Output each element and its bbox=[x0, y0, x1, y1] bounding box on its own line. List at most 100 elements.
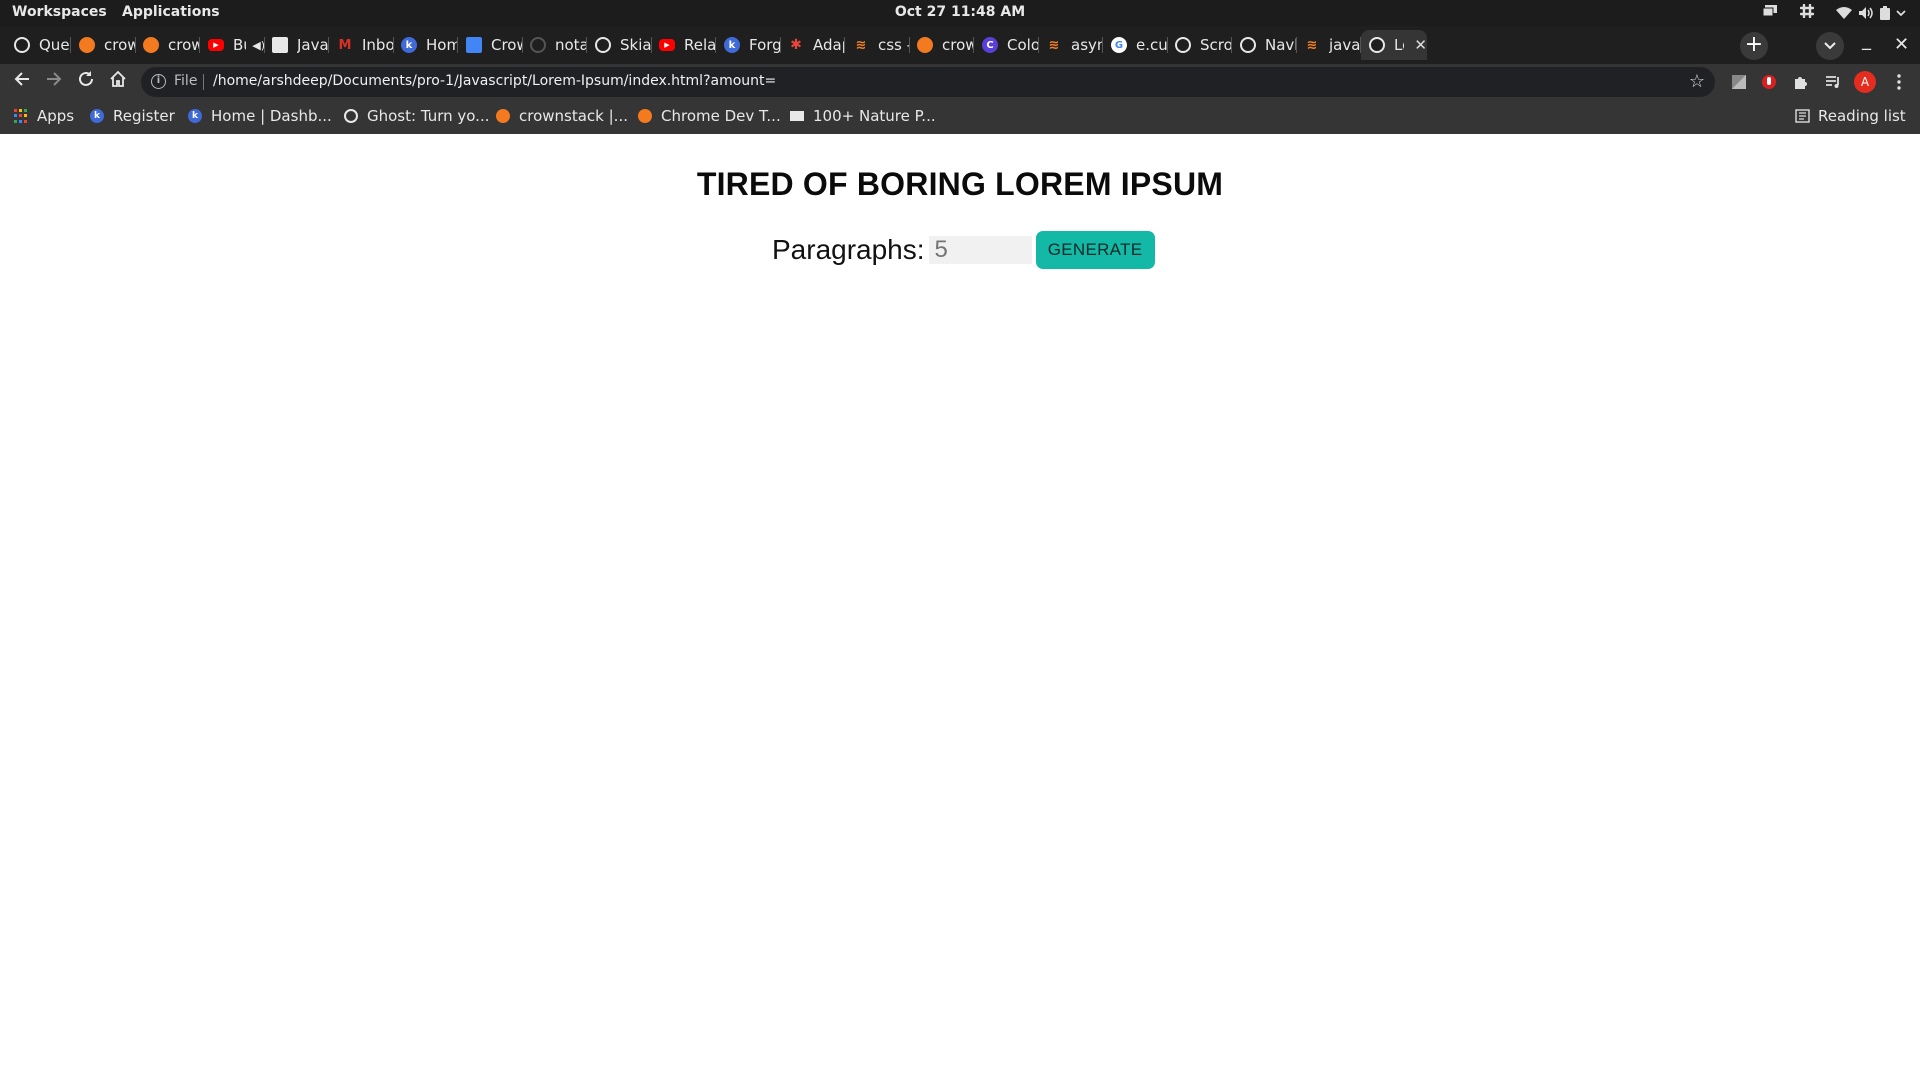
page-title: TIRED OF BORING LOREM IPSUM bbox=[696, 166, 1224, 202]
kebab-menu-icon[interactable] bbox=[1888, 71, 1910, 93]
profile-avatar[interactable]: A bbox=[1854, 71, 1876, 93]
system-top-bar: Workspaces Applications Oct 27 11:48 AM bbox=[0, 0, 1920, 26]
battery-icon bbox=[1880, 6, 1890, 20]
forward-button[interactable] bbox=[42, 70, 66, 94]
clock-text[interactable]: Oct 27 11:48 AM bbox=[895, 4, 1025, 20]
generate-button[interactable]: GENERATE bbox=[1035, 231, 1155, 269]
stackoverflow-icon: ≋ bbox=[1306, 37, 1318, 53]
browser-tab[interactable]: crowr bbox=[71, 30, 136, 60]
browser-tab[interactable]: ▶ Relax bbox=[651, 30, 716, 60]
crownstack-icon bbox=[917, 37, 933, 53]
bookmark-star-icon[interactable]: ☆ bbox=[1689, 71, 1705, 92]
chevron-down-icon bbox=[1824, 42, 1836, 50]
tab-search-button[interactable] bbox=[1816, 32, 1844, 60]
reload-icon bbox=[79, 71, 93, 86]
reading-list-icon bbox=[1795, 109, 1810, 123]
paragraph-amount-input[interactable] bbox=[928, 236, 1032, 264]
extensions-puzzle-icon[interactable] bbox=[1790, 71, 1812, 93]
close-tab-icon[interactable]: ✕ bbox=[1414, 36, 1427, 54]
tab-title: Skia bbox=[620, 36, 652, 54]
browser-tab[interactable]: Ge.cur bbox=[1103, 30, 1168, 60]
home-button[interactable] bbox=[106, 70, 130, 94]
browser-tab[interactable]: Ques bbox=[6, 30, 71, 60]
volume-icon bbox=[1859, 7, 1873, 19]
browser-toolbar: i File /home/arshdeep/Documents/pro-1/Ja… bbox=[0, 64, 1920, 100]
bookmark-item[interactable]: k Register bbox=[90, 107, 175, 125]
browser-tab[interactable]: Skia bbox=[587, 30, 652, 60]
browser-tab[interactable]: C Color bbox=[974, 30, 1039, 60]
browser-tab[interactable]: Scrol bbox=[1167, 30, 1232, 60]
bookmark-label: Ghost: Turn yo... bbox=[367, 107, 490, 125]
bookmark-label: 100+ Nature P... bbox=[813, 107, 936, 125]
browser-tab[interactable]: ▶Bu◀) bbox=[200, 30, 265, 60]
minimize-button[interactable]: _ bbox=[1862, 30, 1871, 51]
back-button[interactable] bbox=[10, 70, 34, 94]
extension-gray-icon[interactable] bbox=[1728, 71, 1750, 93]
clock: Oct 27 11:48 AM bbox=[0, 4, 1920, 20]
crownstack-icon bbox=[496, 109, 510, 123]
bookmark-item[interactable]: Chrome Dev T... bbox=[638, 107, 781, 125]
stackoverflow-icon: ≋ bbox=[855, 37, 867, 53]
tab-title: async bbox=[1071, 36, 1103, 54]
browser-tab[interactable]: ≋ async bbox=[1038, 30, 1103, 60]
browser-tab[interactable]: ≋ css - bbox=[845, 30, 910, 60]
browser-tab[interactable]: k Home bbox=[393, 30, 458, 60]
home-icon bbox=[110, 70, 126, 87]
bookmarks-bar: Reading list Apps k Register k Home | Dashb.… bbox=[0, 100, 1920, 134]
arrow-right-icon bbox=[47, 72, 62, 86]
tab-title: javas bbox=[1329, 36, 1361, 54]
close-window-button[interactable]: ✕ bbox=[1894, 34, 1909, 55]
media-control-icon[interactable] bbox=[1822, 71, 1844, 93]
tab-title: crowr bbox=[104, 36, 136, 54]
address-divider bbox=[203, 74, 204, 90]
browser-tab[interactable]: crowr bbox=[135, 30, 200, 60]
browser-tab[interactable]: M Inbox bbox=[329, 30, 394, 60]
new-tab-button[interactable]: + bbox=[1740, 32, 1768, 60]
chrome-globe-icon bbox=[1175, 37, 1191, 53]
youtube-icon: ▶ bbox=[208, 39, 224, 51]
crownstack-icon bbox=[143, 37, 159, 53]
reading-list-button[interactable]: Reading list bbox=[1795, 107, 1906, 125]
bookmark-label: Home | Dashb... bbox=[211, 107, 332, 125]
url-text[interactable]: /home/arshdeep/Documents/pro-1/Javascrip… bbox=[213, 73, 776, 89]
browser-tab[interactable]: ✱ Adap bbox=[780, 30, 845, 60]
status-indicators[interactable] bbox=[1836, 6, 1906, 20]
file-scheme-label: File bbox=[174, 73, 198, 89]
tab-title: Crow bbox=[491, 36, 523, 54]
browser-tab[interactable]: k Forgo bbox=[716, 30, 781, 60]
unsplash-icon bbox=[790, 111, 804, 121]
tab-title: Inbox bbox=[362, 36, 394, 54]
k-icon: k bbox=[401, 37, 417, 53]
k-icon: k bbox=[188, 109, 202, 123]
browser-tab[interactable]: ≋ javas bbox=[1296, 30, 1361, 60]
tab-title: crowr bbox=[168, 36, 200, 54]
bookmark-item[interactable]: crownstack |... bbox=[496, 107, 628, 125]
slack-icon[interactable] bbox=[1799, 3, 1815, 22]
k-icon: k bbox=[90, 109, 104, 123]
bookmark-label: Apps bbox=[37, 107, 75, 125]
browser-tab[interactable]: Navb bbox=[1232, 30, 1297, 60]
browser-tab[interactable]: JavaS bbox=[264, 30, 329, 60]
tab-title: Ques bbox=[39, 36, 71, 54]
tab-title: Forgo bbox=[749, 36, 781, 54]
tab-active[interactable]: Lo ✕ bbox=[1361, 30, 1427, 60]
address-bar[interactable]: i File /home/arshdeep/Documents/pro-1/Ja… bbox=[141, 67, 1715, 97]
bookmark-item[interactable]: 100+ Nature P... bbox=[790, 107, 936, 125]
tab-strip: + _ ✕ Quescrowrcrowr▶Bu◀)JavaSMInboxkHom… bbox=[0, 26, 1920, 64]
screens-icon[interactable] bbox=[1762, 4, 1778, 22]
reload-button[interactable] bbox=[74, 70, 98, 94]
browser-tab[interactable]: crown bbox=[909, 30, 974, 60]
info-icon[interactable]: i bbox=[151, 74, 166, 89]
tab-title: Home bbox=[426, 36, 458, 54]
bookmark-item[interactable]: k Home | Dashb... bbox=[188, 107, 332, 125]
tab-title: JavaS bbox=[297, 36, 329, 54]
tab-title: crown bbox=[942, 36, 974, 54]
extension-red-icon[interactable] bbox=[1758, 71, 1780, 93]
browser-tab[interactable]: notas bbox=[522, 30, 587, 60]
bookmark-item[interactable]: Apps bbox=[14, 107, 74, 125]
bookmark-item[interactable]: Ghost: Turn yo... bbox=[344, 107, 490, 125]
browser-tab[interactable]: Crow bbox=[458, 30, 523, 60]
page-content: TIRED OF BORING LOREM IPSUM Paragraphs: … bbox=[0, 134, 1920, 1080]
youtube-icon: ▶ bbox=[659, 39, 675, 51]
tab-title: Color bbox=[1007, 36, 1039, 54]
